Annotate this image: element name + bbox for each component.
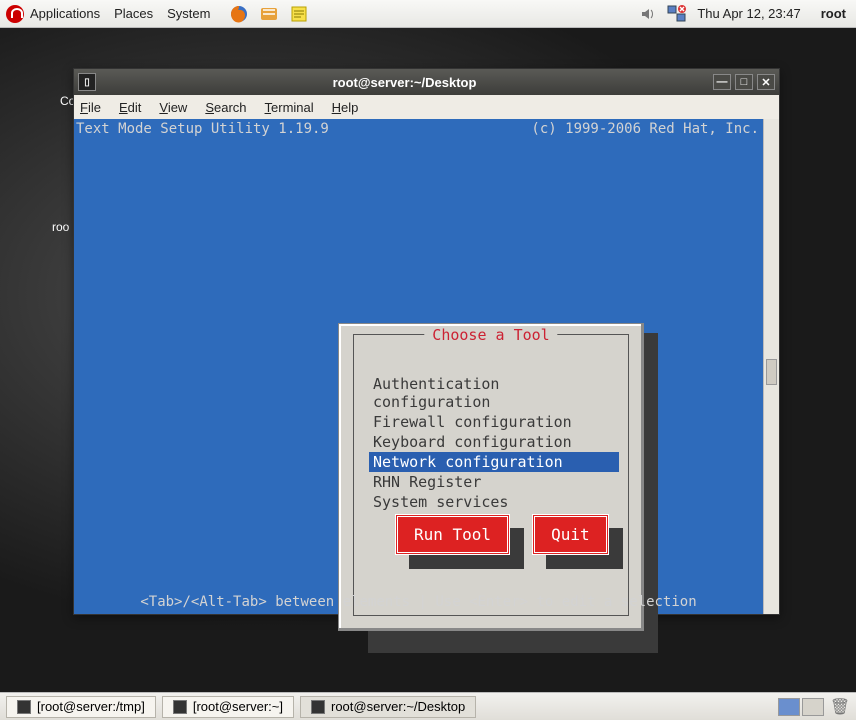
tui-header-right: (c) 1999-2006 Red Hat, Inc.	[531, 121, 759, 137]
tui-header-left: Text Mode Setup Utility 1.19.9	[76, 121, 329, 137]
task-button[interactable]: [root@server:/tmp]	[6, 696, 156, 718]
terminal-icon	[311, 700, 325, 714]
run-tool-button[interactable]: Run Tool	[395, 514, 510, 555]
terminal-window: ▯ root@server:~/Desktop — □ ✕ File Edit …	[73, 68, 780, 615]
help-icon[interactable]	[258, 3, 280, 25]
scrollbar-thumb[interactable]	[766, 359, 777, 385]
task-label: [root@server:/tmp]	[37, 699, 145, 714]
terminal-scrollbar[interactable]	[763, 119, 779, 614]
maximize-button[interactable]: □	[735, 74, 753, 90]
quit-button[interactable]: Quit	[532, 514, 609, 555]
tool-item-services[interactable]: System services	[369, 492, 619, 512]
menubar: File Edit View Search Terminal Help	[74, 95, 779, 119]
tool-item-network[interactable]: Network configuration	[369, 452, 619, 472]
choose-tool-dialog: Choose a Tool Authentication configurati…	[338, 323, 644, 631]
tool-item-auth[interactable]: Authentication configuration	[369, 374, 619, 412]
workspace-1[interactable]	[778, 698, 800, 716]
menu-system[interactable]: System	[167, 6, 210, 21]
task-label: [root@server:~]	[193, 699, 283, 714]
terminal-icon	[17, 700, 31, 714]
terminal-body: Text Mode Setup Utility 1.19.9 (c) 1999-…	[74, 119, 779, 614]
menu-places[interactable]: Places	[114, 6, 153, 21]
bottom-panel: [root@server:/tmp] [root@server:~] root@…	[0, 692, 856, 720]
close-button[interactable]: ✕	[757, 74, 775, 90]
top-panel: Applications Places System Thu Apr 12, 2…	[0, 0, 856, 28]
terminal-content[interactable]: Text Mode Setup Utility 1.19.9 (c) 1999-…	[74, 119, 763, 614]
sound-icon[interactable]	[639, 5, 657, 23]
notes-icon[interactable]	[288, 3, 310, 25]
menu-terminal[interactable]: Terminal	[265, 100, 314, 115]
menu-file[interactable]: File	[80, 100, 101, 115]
tool-item-keyboard[interactable]: Keyboard configuration	[369, 432, 619, 452]
firefox-icon[interactable]	[228, 3, 250, 25]
dialog-title: Choose a Tool	[424, 326, 557, 344]
menu-applications[interactable]: Applications	[30, 6, 100, 21]
task-button[interactable]: root@server:~/Desktop	[300, 696, 476, 718]
tool-list[interactable]: Authentication configuration Firewall co…	[369, 374, 619, 512]
distro-logo-icon	[6, 5, 24, 23]
tool-item-firewall[interactable]: Firewall configuration	[369, 412, 619, 432]
workspace-2[interactable]	[802, 698, 824, 716]
clock[interactable]: Thu Apr 12, 23:47	[697, 6, 800, 21]
task-button[interactable]: [root@server:~]	[162, 696, 294, 718]
terminal-icon: ▯	[78, 73, 96, 91]
menu-search[interactable]: Search	[205, 100, 246, 115]
trash-icon[interactable]: 🗑	[830, 697, 850, 717]
task-label: root@server:~/Desktop	[331, 699, 465, 714]
workspace-switcher[interactable]	[778, 698, 824, 716]
menu-help[interactable]: Help	[332, 100, 359, 115]
window-title: root@server:~/Desktop	[100, 75, 709, 90]
network-icon[interactable]	[667, 5, 687, 23]
menu-view[interactable]: View	[159, 100, 187, 115]
desktop-icon-label: roo	[52, 220, 69, 234]
menu-edit[interactable]: Edit	[119, 100, 141, 115]
tool-item-rhn[interactable]: RHN Register	[369, 472, 619, 492]
titlebar[interactable]: ▯ root@server:~/Desktop — □ ✕	[74, 69, 779, 95]
terminal-icon	[173, 700, 187, 714]
user-menu[interactable]: root	[821, 6, 846, 21]
minimize-button[interactable]: —	[713, 74, 731, 90]
tui-footer-hint: <Tab>/<Alt-Tab> between elements | Use <…	[74, 594, 763, 610]
